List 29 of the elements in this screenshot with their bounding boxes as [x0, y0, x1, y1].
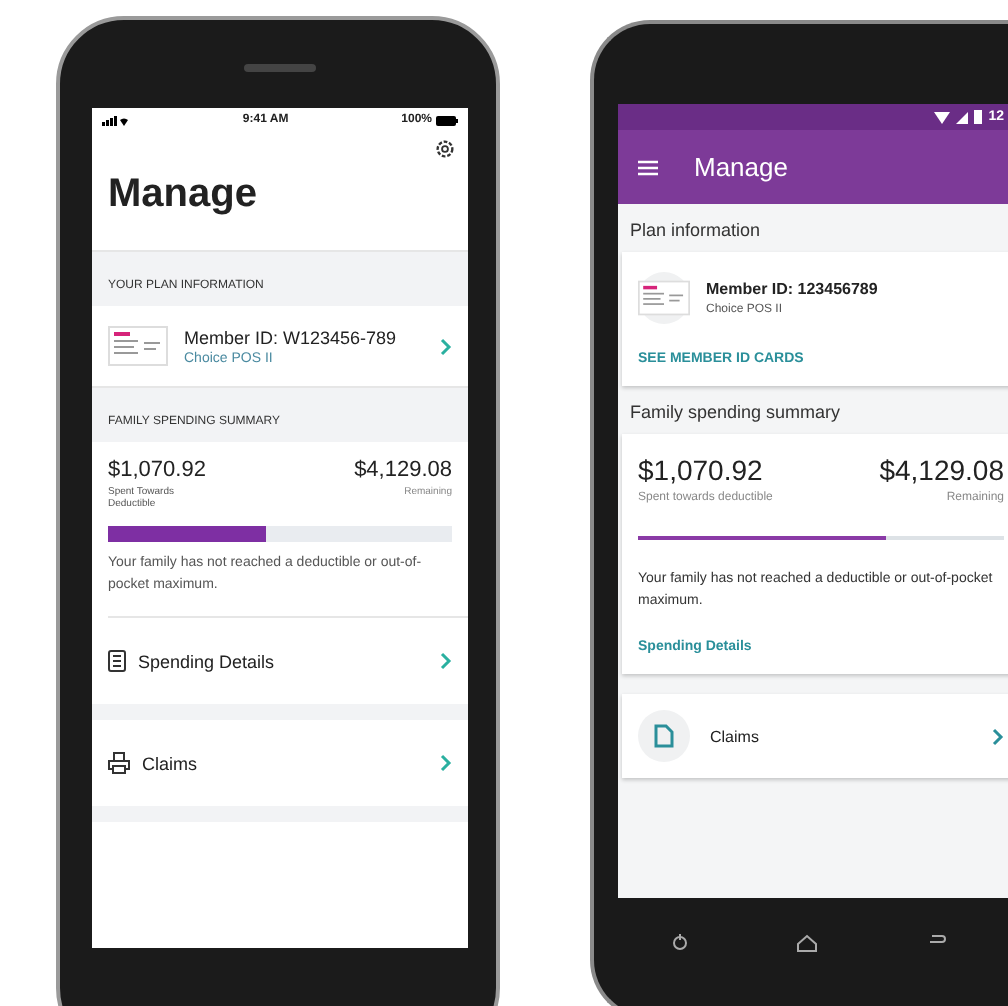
wifi-icon	[934, 111, 951, 123]
signal-wifi-icon	[102, 115, 130, 125]
spent-amount: $1,070.92	[638, 454, 765, 486]
chevron-icon	[440, 754, 452, 772]
document-icon	[654, 724, 674, 749]
member-id: Member ID: W123456-789	[184, 327, 399, 347]
page-title: Manage	[108, 172, 259, 218]
signal-icon	[956, 111, 969, 123]
settings-icon[interactable]	[434, 138, 456, 160]
chevron-icon	[440, 652, 452, 670]
spent-amount: $1,070.92	[108, 458, 206, 482]
remaining-amount: $4,129.08	[879, 454, 1004, 486]
battery-icon	[974, 110, 983, 124]
remaining-amount: $4,129.08	[354, 458, 452, 482]
home-icon[interactable]	[796, 933, 819, 951]
section-heading: Plan information	[628, 218, 763, 244]
printer-icon	[108, 752, 130, 774]
member-id: Member ID: 123456789	[706, 280, 878, 298]
id-card-icon	[638, 278, 690, 318]
battery-icon	[436, 115, 458, 125]
list-row[interactable]: Claims	[622, 694, 1008, 779]
power-icon[interactable]	[672, 934, 689, 950]
chevron-icon	[992, 727, 1004, 746]
id-card-icon	[108, 326, 168, 366]
chevron-icon	[440, 337, 452, 355]
menu-button[interactable]	[638, 159, 658, 175]
document-list-icon	[108, 650, 126, 672]
page-title: Manage	[694, 152, 788, 182]
section-heading: Family spending summary	[628, 400, 843, 426]
